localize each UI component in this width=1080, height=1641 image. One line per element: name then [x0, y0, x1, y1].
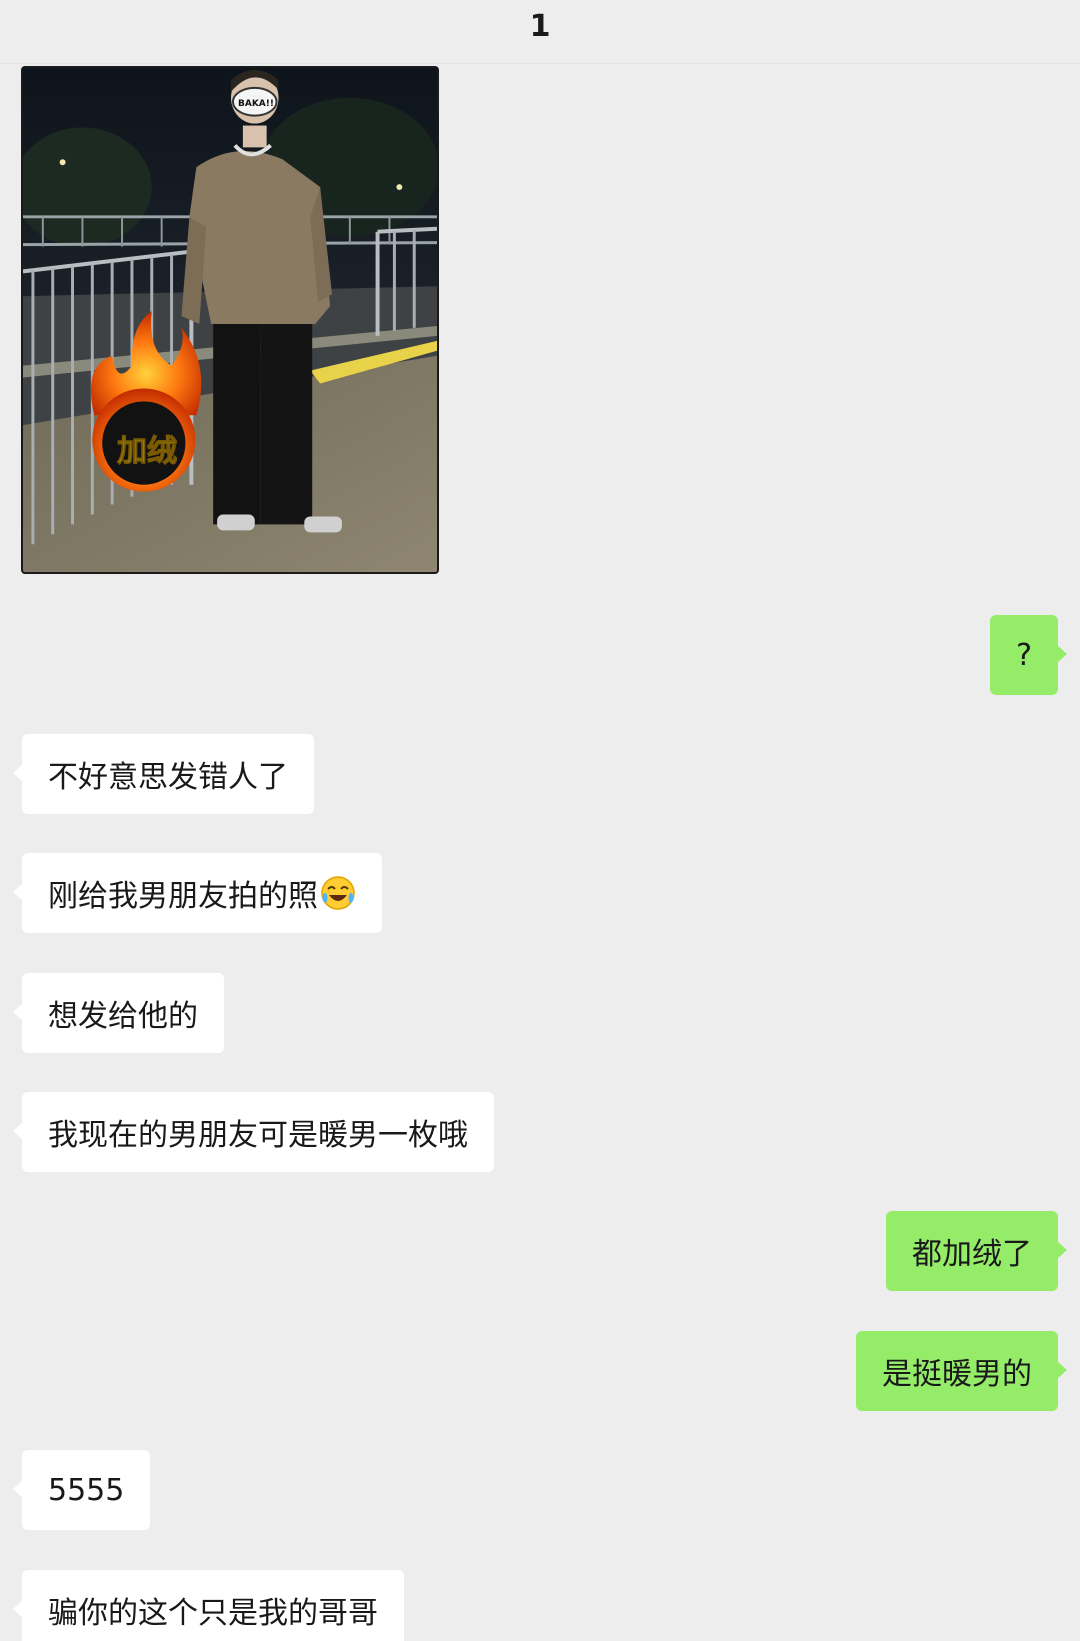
message-text: 想发给他的 [48, 999, 198, 1034]
message-text: 我现在的男朋友可是暖男一枚哦 [48, 1118, 468, 1153]
message-text: 5555 [48, 1472, 125, 1508]
message-text: 都加绒了 [912, 1237, 1032, 1272]
incoming-message[interactable]: 刚给我男朋友拍的照 [13, 853, 382, 933]
incoming-message[interactable]: 想发给他的 [13, 973, 224, 1053]
message-text: 骗你的这个只是我的哥哥 [48, 1596, 378, 1631]
incoming-message[interactable]: 我现在的男朋友可是暖男一枚哦 [13, 1092, 494, 1172]
outgoing-message[interactable]: ? [990, 615, 1067, 695]
incoming-message[interactable]: 不好意思发错人了 [13, 734, 314, 814]
message-text: 刚给我男朋友拍的照 [48, 879, 318, 914]
photo-mask-label: BAKA!! [238, 99, 274, 109]
incoming-message[interactable]: 5555 [12, 1450, 151, 1530]
photo-image [23, 68, 437, 572]
outgoing-message[interactable]: 是挺暖男的 [856, 1331, 1067, 1411]
photo-overlay-label: 加绒 [117, 434, 178, 470]
chat-title: 1 [529, 9, 551, 44]
photo-message[interactable]: BAKA!! 加绒 [21, 66, 439, 574]
incoming-message[interactable]: 骗你的这个只是我的哥哥 [13, 1570, 404, 1641]
message-text: ? [1016, 637, 1032, 673]
chat-header: 1 [0, 0, 1080, 64]
laughing-crying-emoji-icon [321, 876, 355, 910]
message-text: 是挺暖男的 [882, 1357, 1032, 1392]
outgoing-message[interactable]: 都加绒了 [886, 1211, 1067, 1291]
message-text: 不好意思发错人了 [48, 760, 288, 795]
